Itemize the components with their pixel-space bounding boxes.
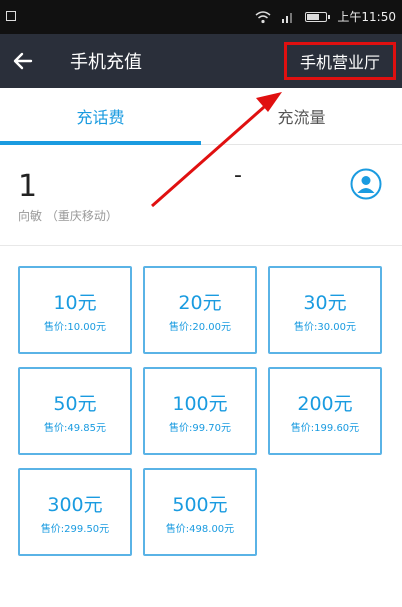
amount-label: 50元 xyxy=(53,393,97,415)
price-label: 售价:49.85元 xyxy=(44,423,106,434)
screenshot-icon xyxy=(6,11,16,21)
tab-recharge-credit[interactable]: 充话费 xyxy=(0,88,201,144)
tab-bar: 充话费 充流量 xyxy=(0,88,402,145)
amount-label: 500元 xyxy=(172,494,228,516)
price-label: 售价:199.60元 xyxy=(290,423,360,434)
wifi-icon xyxy=(255,10,271,24)
status-bar: 上午11:50 xyxy=(0,0,402,34)
amount-label: 30元 xyxy=(303,292,347,314)
battery-icon xyxy=(305,11,331,22)
amount-label: 20元 xyxy=(178,292,222,314)
amount-card[interactable]: 10元 售价:10.00元 xyxy=(18,266,132,354)
phone-owner-label: 向敏 （重庆移动） xyxy=(18,209,118,223)
amount-card[interactable]: 20元 售价:20.00元 xyxy=(143,266,257,354)
price-label: 售价:30.00元 xyxy=(294,322,356,333)
price-label: 售价:20.00元 xyxy=(169,322,231,333)
amount-label: 200元 xyxy=(297,393,353,415)
mobile-hall-button[interactable]: 手机营业厅 xyxy=(284,42,396,80)
amount-label: 300元 xyxy=(47,494,103,516)
tab-recharge-data[interactable]: 充流量 xyxy=(201,88,402,144)
contact-icon[interactable] xyxy=(350,168,382,200)
amount-card[interactable]: 100元 售价:99.70元 xyxy=(143,367,257,455)
price-label: 售价:10.00元 xyxy=(44,322,106,333)
amount-card[interactable]: 50元 售价:49.85元 xyxy=(18,367,132,455)
status-icons: 上午11:50 xyxy=(255,8,396,25)
amount-label: 10元 xyxy=(53,292,97,314)
page-title: 手机充值 xyxy=(70,52,142,73)
amount-card[interactable]: 500元 售价:498.00元 xyxy=(143,468,257,556)
amount-card[interactable]: 300元 售价:299.50元 xyxy=(18,468,132,556)
price-label: 售价:299.50元 xyxy=(40,524,110,535)
price-label: 售价:498.00元 xyxy=(165,524,235,535)
phone-number-mask: - xyxy=(234,163,242,188)
amount-card[interactable]: 200元 售价:199.60元 xyxy=(268,367,382,455)
status-time: 上午11:50 xyxy=(337,10,396,24)
price-label: 售价:99.70元 xyxy=(169,423,231,434)
phone-number-section: 1 - 向敏 （重庆移动） xyxy=(0,145,402,246)
signal-icon xyxy=(281,11,295,23)
amount-card[interactable]: 30元 售价:30.00元 xyxy=(268,266,382,354)
amount-label: 100元 xyxy=(172,393,228,415)
back-arrow-icon[interactable] xyxy=(10,48,36,74)
phone-number-input[interactable]: 1 xyxy=(18,169,38,204)
